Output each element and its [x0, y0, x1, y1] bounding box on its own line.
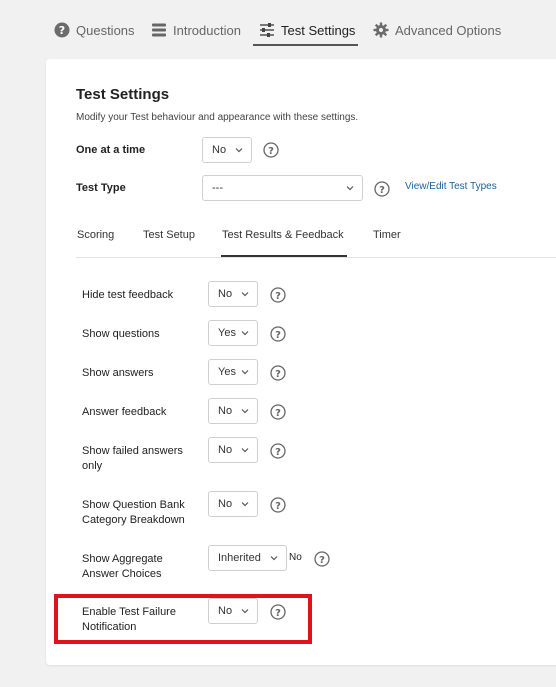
view-edit-test-types-link[interactable]: View/Edit Test Types: [405, 181, 497, 192]
show-questions-select[interactable]: Yes: [208, 320, 258, 346]
active-subtab-indicator: [221, 255, 347, 257]
subtab-test-results-feedback[interactable]: Test Results & Feedback: [222, 229, 344, 241]
svg-text:?: ?: [275, 369, 281, 380]
one-at-a-time-value: No: [212, 144, 227, 156]
page-title: Test Settings: [76, 86, 170, 103]
svg-text:?: ?: [319, 555, 325, 566]
svg-text:?: ?: [275, 291, 281, 302]
chevron-down-icon: [241, 370, 249, 375]
help-icon[interactable]: ?: [270, 497, 286, 513]
help-icon[interactable]: ?: [270, 287, 286, 303]
show-aggregate-answer-choices-select[interactable]: Inherited: [208, 545, 287, 571]
setting-value: No: [218, 288, 233, 300]
svg-text:?: ?: [275, 447, 281, 458]
svg-text:?: ?: [275, 408, 281, 419]
test-type-label: Test Type: [76, 182, 126, 194]
hide-test-feedback-select[interactable]: No: [208, 281, 258, 307]
setting-label: Answer feedback: [82, 406, 167, 418]
help-icon[interactable]: ?: [374, 181, 390, 197]
setting-value: No: [218, 405, 233, 417]
help-icon[interactable]: ?: [314, 551, 330, 567]
svg-text:?: ?: [275, 330, 281, 341]
subtab-divider: [76, 257, 556, 258]
setting-label: Show answers: [82, 367, 154, 379]
setting-label: Show questions: [82, 328, 160, 340]
sliders-icon: [260, 23, 274, 37]
tab-questions[interactable]: ? Questions: [54, 18, 135, 42]
help-icon[interactable]: ?: [270, 326, 286, 342]
help-icon[interactable]: ?: [270, 443, 286, 459]
subtab-scoring[interactable]: Scoring: [77, 229, 114, 241]
chevron-down-icon: [346, 186, 354, 191]
svg-text:?: ?: [379, 185, 385, 196]
chevron-down-icon: [241, 292, 249, 297]
tab-test-settings-label: Test Settings: [281, 22, 356, 38]
gear-icon: [373, 22, 389, 38]
chevron-down-icon: [241, 409, 249, 414]
setting-label: Show failed answers only: [82, 445, 183, 472]
subtab-timer[interactable]: Timer: [373, 229, 401, 241]
page-subtitle: Modify your Test behaviour and appearanc…: [76, 112, 359, 123]
tab-introduction-label: Introduction: [173, 22, 241, 38]
setting-value: Yes: [218, 366, 236, 378]
svg-text:?: ?: [59, 24, 65, 37]
chevron-down-icon: [241, 502, 249, 507]
subtab-test-setup[interactable]: Test Setup: [143, 229, 195, 241]
tab-advanced-options[interactable]: Advanced Options: [373, 18, 501, 42]
top-navigation: ? Questions Introduction Test Settings A…: [0, 0, 556, 50]
answer-feedback-select[interactable]: No: [208, 398, 258, 424]
one-at-a-time-select[interactable]: No: [202, 137, 252, 163]
inherited-value: No: [289, 552, 302, 563]
active-tab-indicator: [253, 44, 358, 46]
setting-label: Show Aggregate Answer Choices: [82, 553, 163, 580]
svg-text:?: ?: [275, 501, 281, 512]
question-circle-icon: ?: [54, 22, 70, 38]
tab-test-settings[interactable]: Test Settings: [259, 18, 355, 42]
setting-value: Inherited: [218, 552, 261, 564]
test-type-select[interactable]: ---: [202, 175, 363, 201]
tab-introduction[interactable]: Introduction: [151, 18, 241, 42]
tab-questions-label: Questions: [76, 22, 135, 38]
setting-label: Show Question Bank Category Breakdown: [82, 499, 185, 526]
setting-value: No: [218, 498, 233, 510]
chevron-down-icon: [241, 331, 249, 336]
svg-text:?: ?: [268, 146, 274, 157]
chevron-down-icon: [235, 148, 243, 153]
show-question-bank-breakdown-select[interactable]: No: [208, 491, 258, 517]
show-failed-answers-select[interactable]: No: [208, 437, 258, 463]
setting-value: Yes: [218, 327, 236, 339]
setting-label: Hide test feedback: [82, 289, 174, 301]
test-type-value: ---: [212, 182, 223, 194]
help-icon[interactable]: ?: [263, 142, 279, 158]
help-icon[interactable]: ?: [270, 365, 286, 381]
highlight-box: [54, 594, 312, 644]
chevron-down-icon: [270, 556, 278, 561]
chevron-down-icon: [241, 448, 249, 453]
setting-value: No: [218, 444, 233, 456]
one-at-a-time-label: One at a time: [76, 144, 146, 156]
help-icon[interactable]: ?: [270, 404, 286, 420]
show-answers-select[interactable]: Yes: [208, 359, 258, 385]
list-icon: [152, 23, 166, 37]
tab-advanced-options-label: Advanced Options: [395, 22, 502, 38]
settings-card: Test Settings Modify your Test behaviour…: [46, 59, 556, 665]
